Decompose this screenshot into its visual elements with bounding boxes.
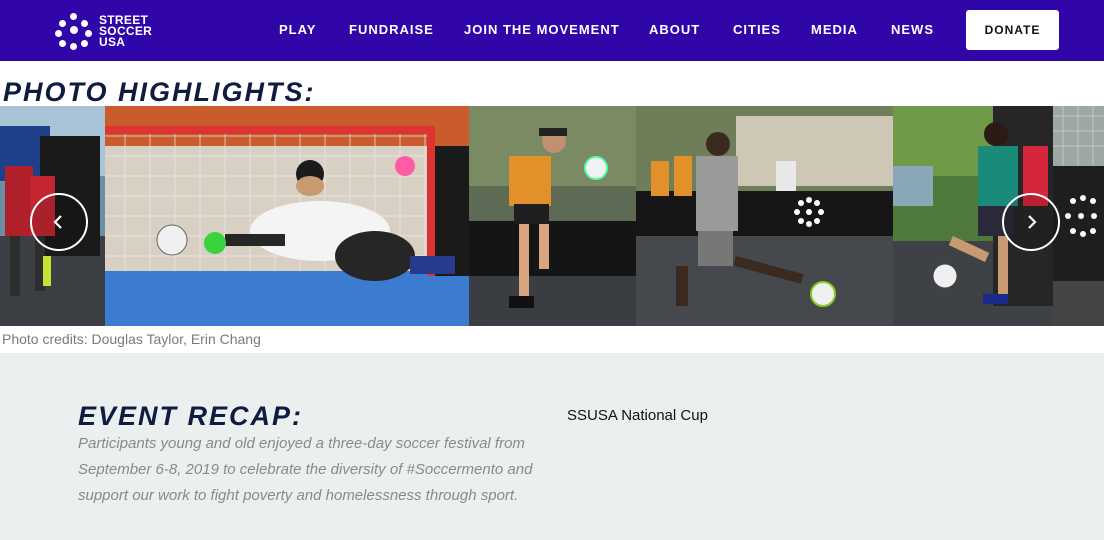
nav-link-fundraise[interactable]: FUNDRAISE [349, 22, 434, 37]
donate-button[interactable]: DONATE [966, 10, 1059, 50]
carousel-photo-2 [105, 106, 469, 326]
nav-link-cities[interactable]: CITIES [733, 22, 781, 37]
nav-link-play[interactable]: PLAY [279, 22, 316, 37]
carousel-prev-button[interactable] [30, 193, 88, 251]
nav-link-media[interactable]: MEDIA [811, 22, 858, 37]
ssusa-national-cup-label: SSUSA National Cup [567, 407, 708, 424]
chevron-left-icon [53, 215, 62, 229]
photo-highlights-title: PHOTO HIGHLIGHTS: [3, 77, 316, 107]
carousel-photo-6 [1053, 106, 1104, 326]
nav-link-join-the-movement[interactable]: JOIN THE MOVEMENT [464, 22, 620, 37]
carousel-photo-4 [636, 106, 893, 326]
photo-carousel[interactable] [0, 106, 1104, 326]
nav-links: PLAY FUNDRAISE JOIN THE MOVEMENT ABOUT C… [0, 0, 1104, 61]
event-recap-body: Participants young and old enjoyed a thr… [78, 435, 533, 504]
photo-credits: Photo credits: Douglas Taylor, Erin Chan… [2, 331, 261, 347]
event-recap-title: EVENT RECAP: [78, 401, 304, 431]
chevron-right-icon [1028, 215, 1037, 229]
event-recap-section: EVENT RECAP: Participants young and old … [0, 353, 1104, 540]
carousel-photo-3 [469, 106, 636, 326]
nav-link-about[interactable]: ABOUT [649, 22, 700, 37]
carousel-next-button[interactable] [1002, 193, 1060, 251]
top-nav: STREET SOCCER USA PLAY FUNDRAISE JOIN TH… [0, 0, 1104, 61]
nav-link-news[interactable]: NEWS [891, 22, 934, 37]
